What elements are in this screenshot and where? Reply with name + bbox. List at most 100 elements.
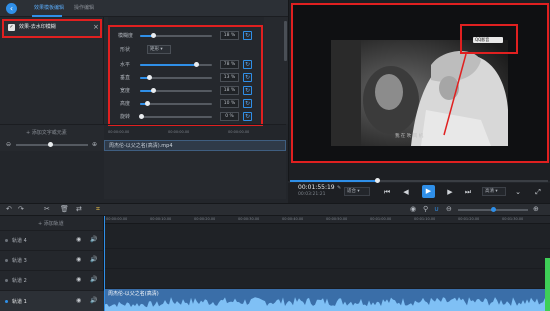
source-zoom-row: ⊖ ⊕ (0, 139, 104, 151)
quality-select-value: 高清 (485, 189, 494, 194)
source-ruler-tick: 00:00:00.00 (108, 130, 130, 134)
width-value[interactable]: 18 % (220, 86, 239, 95)
playback-progress-fill (290, 180, 377, 182)
video-frame[interactable] (331, 40, 508, 146)
blur-value[interactable]: 18 % (220, 31, 239, 40)
ratio-select-value: 适合 (347, 189, 356, 194)
redo-icon[interactable]: ↷ (18, 205, 24, 214)
track-header-selected[interactable]: 轨道 1 ◉ 🔊 (0, 290, 104, 311)
rotate-slider[interactable] (139, 114, 212, 119)
effect-checkbox[interactable]: ✓ (8, 24, 15, 31)
width-slider[interactable] (140, 88, 212, 93)
tab-effect-template[interactable]: 效果模板编辑 (34, 3, 64, 14)
source-area (104, 151, 286, 199)
step-forward-icon[interactable]: ▶ (444, 187, 456, 197)
source-ruler: 00:00:00.00 00:00:00.00 00:00:00.00 (104, 124, 286, 139)
source-ruler-tick: 00:00:00.00 (168, 130, 190, 134)
reset-icon[interactable]: ↻ (243, 99, 252, 108)
vertical-slider-thumb[interactable] (147, 75, 152, 80)
track-lane[interactable] (104, 229, 550, 249)
track-name: 轨道 4 (12, 238, 27, 244)
source-clip[interactable]: 周杰伦-以父之名(高清).mp4 (104, 140, 286, 151)
zoom-in-icon[interactable]: ⊕ (533, 205, 539, 214)
vertical-value[interactable]: 13 % (220, 73, 239, 82)
rotate-slider-thumb[interactable] (139, 114, 144, 119)
speaker-icon[interactable]: 🔊 (90, 256, 97, 263)
edit-time-icon[interactable]: ✎ (337, 185, 341, 191)
track-dot-icon (5, 259, 8, 262)
eye-icon[interactable]: ◉ (76, 256, 81, 263)
eye-icon[interactable]: ◉ (76, 236, 81, 243)
delete-icon[interactable]: 🗑 (60, 205, 69, 214)
eye-icon[interactable]: ◉ (76, 297, 81, 304)
marker-icon[interactable]: ⚲ (423, 205, 428, 214)
tab-operation-edit[interactable]: 操作编辑 (74, 3, 94, 14)
magnet-icon[interactable]: ∪ (434, 205, 439, 214)
next-frame-icon[interactable]: ⏭ (462, 187, 474, 197)
quality-select[interactable]: 高清 ▾ (482, 187, 506, 196)
ruler-tick: 00:00:20.00 (194, 217, 216, 221)
blur-slider[interactable] (140, 33, 212, 38)
ratio-select[interactable]: 适合 ▾ (344, 187, 370, 196)
timeline-playhead[interactable] (104, 216, 105, 311)
effect-item[interactable]: ✓ 效果-去水印模糊 × (2, 19, 102, 38)
ruler-tick: 00:01:10.00 (414, 217, 436, 221)
vertical-slider[interactable] (140, 75, 212, 80)
undo-icon[interactable]: ↶ (6, 205, 12, 214)
shape-select-value: 矩形 (150, 47, 159, 52)
collapse-icon[interactable]: ⌄ (512, 187, 524, 197)
watermark-text: QQ影音 (475, 37, 490, 42)
horizontal-slider-thumb[interactable] (194, 62, 199, 67)
audio-waveform (105, 297, 550, 311)
blur-slider-thumb[interactable] (151, 33, 156, 38)
fullscreen-icon[interactable]: ⤢ (532, 187, 544, 197)
height-value[interactable]: 10 % (220, 99, 239, 108)
reset-icon[interactable]: ↻ (243, 112, 252, 121)
track-lane[interactable] (104, 249, 550, 269)
speaker-icon[interactable]: 🔊 (90, 297, 97, 304)
split-icon[interactable]: ⇄ (76, 205, 82, 214)
reset-icon[interactable]: ↻ (243, 60, 252, 69)
play-button[interactable]: ▶ (422, 185, 435, 198)
annotation-arrow (443, 53, 467, 136)
zoom-out-icon[interactable]: ⊖ (6, 141, 11, 148)
back-button[interactable]: ‹ (6, 3, 17, 14)
source-clip-label: 周杰伦-以父之名(高清).mp4 (109, 143, 173, 149)
width-slider-thumb[interactable] (151, 88, 156, 93)
ruler-tick: 00:00:50.00 (326, 217, 348, 221)
track-lane[interactable] (104, 269, 550, 289)
step-back-icon[interactable]: ◀ (400, 187, 412, 197)
add-subtitle-row: + 添加文字或元素 (0, 124, 104, 139)
close-icon[interactable]: × (93, 23, 99, 32)
horizontal-value[interactable]: 78 % (220, 60, 239, 69)
zoom-out-icon[interactable]: ⊖ (446, 205, 452, 214)
audio-clip[interactable]: 周杰伦-以父之名(高清) (105, 289, 550, 311)
track-header[interactable]: 轨道 2 ◉ 🔊 (0, 270, 104, 290)
source-zoom-thumb[interactable] (48, 142, 53, 147)
speaker-icon[interactable]: 🔊 (90, 236, 97, 243)
params-scrollbar[interactable] (284, 21, 287, 61)
cut-icon[interactable]: ✂ (44, 205, 50, 214)
zoom-in-icon[interactable]: ⊕ (92, 141, 97, 148)
rotate-value[interactable]: 0 % (220, 112, 239, 121)
divider (104, 17, 108, 124)
reset-icon[interactable]: ↻ (243, 31, 252, 40)
track-header[interactable]: 轨道 3 ◉ 🔊 (0, 250, 104, 270)
timeline-zoom-thumb[interactable] (491, 207, 496, 212)
add-subtitle-button[interactable]: + 添加文字或元素 (26, 129, 67, 136)
horizontal-slider[interactable] (140, 62, 212, 67)
reset-icon[interactable]: ↻ (243, 86, 252, 95)
crop-icon[interactable]: ⌗ (96, 205, 100, 214)
shape-select[interactable]: 矩形 ▾ (147, 45, 171, 54)
speaker-icon[interactable]: 🔊 (90, 276, 97, 283)
eye-icon[interactable]: ◉ (76, 276, 81, 283)
height-slider[interactable] (140, 101, 212, 106)
add-track-button[interactable]: + 添加轨道 (38, 220, 64, 227)
height-slider-thumb[interactable] (145, 101, 150, 106)
ruler-tick: 00:01:30.00 (502, 217, 524, 221)
reset-icon[interactable]: ↻ (243, 73, 252, 82)
params-scroll-area (264, 17, 288, 124)
track-header[interactable]: 轨道 4 ◉ 🔊 (0, 230, 104, 250)
prev-frame-icon[interactable]: ⏮ (381, 187, 393, 197)
snapshot-icon[interactable]: ◉ (410, 205, 416, 214)
